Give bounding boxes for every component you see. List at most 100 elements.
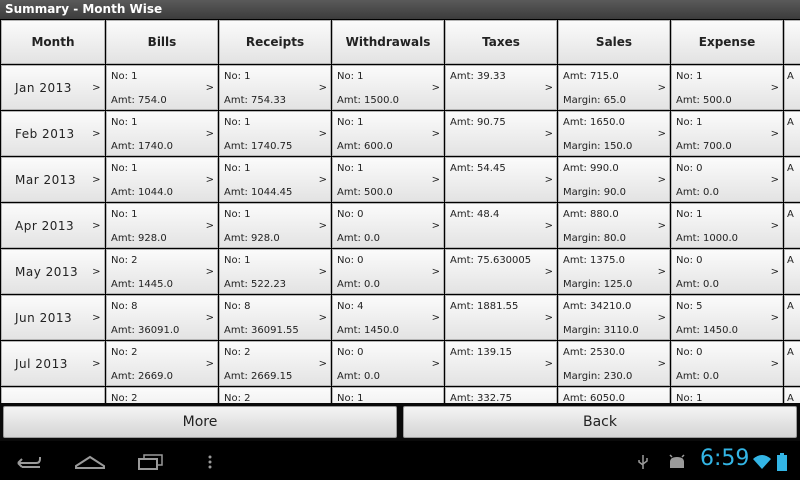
bills-cell[interactable]: No: 1 Amt: 1740.0 > xyxy=(106,111,218,156)
month-cell[interactable]: Jan 2013 > xyxy=(1,65,105,110)
sales-cell[interactable]: Amt: 2530.0 Margin: 230.0 > xyxy=(558,341,670,386)
bills-line1: No: 8 xyxy=(111,301,138,312)
expense-cell[interactable]: No: 1 Amt: 700.0 > xyxy=(671,111,783,156)
expense-cell[interactable]: No: 1> xyxy=(671,387,783,403)
month-cell[interactable]: Jul 2013 > xyxy=(1,341,105,386)
chevron-right-icon: > xyxy=(205,220,214,231)
receipts-cell[interactable]: No: 1 Amt: 1740.75 > xyxy=(219,111,331,156)
receipts-cell[interactable]: No: 1 Amt: 1044.45 > xyxy=(219,157,331,202)
taxes-cell[interactable]: Amt: 48.4 > xyxy=(445,203,557,248)
partial-cell[interactable]: A xyxy=(784,65,800,110)
month-cell[interactable]: Jun 2013 > xyxy=(1,295,105,340)
chevron-right-icon: > xyxy=(770,312,779,323)
partial-cell[interactable]: A xyxy=(784,157,800,202)
month-cell[interactable]: Apr 2013 > xyxy=(1,203,105,248)
receipts-cell[interactable]: No: 2 Amt: 2669.15 > xyxy=(219,341,331,386)
withdrawals-cell[interactable]: No: 0 Amt: 0.0 > xyxy=(332,203,444,248)
withdrawals-cell[interactable]: No: 1 Amt: 1500.0 > xyxy=(332,65,444,110)
taxes-cell[interactable]: Amt: 75.630005 > xyxy=(445,249,557,294)
withdrawals-line1: No: 1 xyxy=(337,393,364,403)
withdrawals-cell[interactable]: No: 1 Amt: 500.0 > xyxy=(332,157,444,202)
button-bar: More Back xyxy=(0,403,800,441)
bills-cell[interactable]: No: 2> xyxy=(106,387,218,403)
chevron-right-icon: > xyxy=(92,220,101,231)
bills-cell[interactable]: No: 8 Amt: 36091.0 > xyxy=(106,295,218,340)
receipts-line1: No: 1 xyxy=(224,255,251,266)
withdrawals-cell[interactable]: No: 0 Amt: 0.0 > xyxy=(332,249,444,294)
expense-cell[interactable]: No: 1 Amt: 500.0 > xyxy=(671,65,783,110)
header-taxes: Taxes xyxy=(445,20,557,64)
chevron-right-icon: > xyxy=(544,82,553,93)
expense-line1: No: 0 xyxy=(676,255,703,266)
taxes-cell[interactable]: Amt: 332.75> xyxy=(445,387,557,403)
partial-cell[interactable]: A xyxy=(784,203,800,248)
bills-cell[interactable]: No: 1 Amt: 928.0 > xyxy=(106,203,218,248)
sales-line1: Amt: 6050.0 xyxy=(563,393,626,403)
bills-cell[interactable]: No: 2 Amt: 1445.0 > xyxy=(106,249,218,294)
chevron-right-icon: > xyxy=(544,312,553,323)
partial-label: A xyxy=(787,255,794,266)
back-button[interactable]: Back xyxy=(403,406,797,438)
taxes-cell[interactable]: Amt: 90.75 > xyxy=(445,111,557,156)
more-button[interactable]: More xyxy=(3,406,397,438)
withdrawals-cell[interactable]: No: 4 Amt: 1450.0 > xyxy=(332,295,444,340)
receipts-cell[interactable]: No: 1 Amt: 754.33 > xyxy=(219,65,331,110)
chevron-right-icon: > xyxy=(657,266,666,277)
chevron-right-icon: > xyxy=(92,128,101,139)
chevron-right-icon: > xyxy=(770,82,779,93)
withdrawals-line2: Amt: 0.0 xyxy=(337,279,380,290)
bills-line1: No: 2 xyxy=(111,255,138,266)
bills-cell[interactable]: No: 2 Amt: 2669.0 > xyxy=(106,341,218,386)
chevron-right-icon: > xyxy=(544,266,553,277)
expense-cell[interactable]: No: 0 Amt: 0.0 > xyxy=(671,157,783,202)
partial-cell[interactable]: A xyxy=(784,249,800,294)
taxes-cell[interactable]: Amt: 1881.55 > xyxy=(445,295,557,340)
bills-line2: Amt: 754.0 xyxy=(111,95,167,106)
chevron-right-icon: > xyxy=(318,128,327,139)
taxes-line1: Amt: 48.4 xyxy=(450,209,500,220)
receipts-cell[interactable]: No: 2> xyxy=(219,387,331,403)
withdrawals-cell[interactable]: No: 0 Amt: 0.0 > xyxy=(332,341,444,386)
withdrawals-cell[interactable]: No: 1 Amt: 600.0 > xyxy=(332,111,444,156)
month-cell[interactable]: Mar 2013 > xyxy=(1,157,105,202)
month-cell[interactable]: Feb 2013 > xyxy=(1,111,105,156)
bills-line2: Amt: 1445.0 xyxy=(111,279,174,290)
partial-cell[interactable]: A xyxy=(784,341,800,386)
receipts-line1: No: 8 xyxy=(224,301,251,312)
sales-cell[interactable]: Amt: 1375.0 Margin: 125.0 > xyxy=(558,249,670,294)
partial-cell[interactable]: A xyxy=(784,295,800,340)
taxes-cell[interactable]: Amt: 39.33 > xyxy=(445,65,557,110)
expense-cell[interactable]: No: 0 Amt: 0.0 > xyxy=(671,249,783,294)
month-cell[interactable]: May 2013 > xyxy=(1,249,105,294)
chevron-right-icon: > xyxy=(657,358,666,369)
chevron-right-icon: > xyxy=(431,266,440,277)
recent-apps-icon[interactable] xyxy=(137,453,165,471)
sales-cell[interactable]: Amt: 1650.0 Margin: 150.0 > xyxy=(558,111,670,156)
sales-cell[interactable]: Amt: 6050.0> xyxy=(558,387,670,403)
bills-cell[interactable]: No: 1 Amt: 754.0 > xyxy=(106,65,218,110)
month-cell[interactable]: > xyxy=(1,387,105,403)
sales-cell[interactable]: Amt: 990.0 Margin: 90.0 > xyxy=(558,157,670,202)
sales-cell[interactable]: Amt: 880.0 Margin: 80.0 > xyxy=(558,203,670,248)
partial-cell[interactable]: A xyxy=(784,111,800,156)
expense-cell[interactable]: No: 0 Amt: 0.0 > xyxy=(671,341,783,386)
taxes-cell[interactable]: Amt: 139.15 > xyxy=(445,341,557,386)
receipts-cell[interactable]: No: 1 Amt: 522.23 > xyxy=(219,249,331,294)
receipts-cell[interactable]: No: 1 Amt: 928.0 > xyxy=(219,203,331,248)
home-nav-icon[interactable] xyxy=(74,454,106,470)
sales-cell[interactable]: Amt: 715.0 Margin: 65.0 > xyxy=(558,65,670,110)
sales-line1: Amt: 34210.0 xyxy=(563,301,632,312)
expense-cell[interactable]: No: 1 Amt: 1000.0 > xyxy=(671,203,783,248)
chevron-right-icon: > xyxy=(657,82,666,93)
receipts-line2: Amt: 1740.75 xyxy=(224,141,293,152)
menu-icon[interactable] xyxy=(206,454,214,470)
receipts-cell[interactable]: No: 8 Amt: 36091.55 > xyxy=(219,295,331,340)
taxes-cell[interactable]: Amt: 54.45 > xyxy=(445,157,557,202)
withdrawals-cell[interactable]: No: 1> xyxy=(332,387,444,403)
sales-cell[interactable]: Amt: 34210.0 Margin: 3110.0 > xyxy=(558,295,670,340)
receipts-line1: No: 1 xyxy=(224,117,251,128)
back-nav-icon[interactable] xyxy=(14,453,44,471)
bills-cell[interactable]: No: 1 Amt: 1044.0 > xyxy=(106,157,218,202)
expense-cell[interactable]: No: 5 Amt: 1450.0 > xyxy=(671,295,783,340)
partial-cell[interactable]: A xyxy=(784,387,800,403)
